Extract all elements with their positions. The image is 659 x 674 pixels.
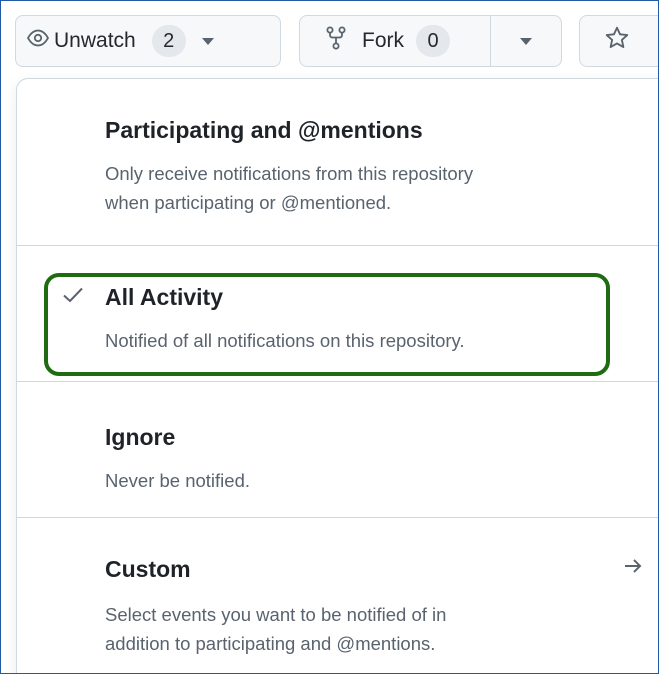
check-icon (62, 286, 84, 309)
menu-item-all-activity[interactable]: All Activity Notified of all notificatio… (17, 246, 658, 382)
menu-item-custom[interactable]: Custom Select events you want to be noti… (17, 518, 658, 673)
menu-item-ignore[interactable]: Ignore Never be notified. (17, 382, 658, 518)
repo-actions-bar: Unwatch 2 Fork 0 (1, 1, 658, 77)
menu-item-description: Notified of all notifications on this re… (105, 330, 465, 351)
star-icon (604, 25, 630, 57)
chevron-down-icon (520, 37, 532, 45)
watch-count-badge: 2 (151, 25, 186, 57)
eye-icon (26, 26, 50, 56)
arrow-right-icon (623, 556, 643, 581)
menu-item-title: Participating and @mentions (105, 117, 423, 143)
notification-settings-menu: Participating and @mentions Only receive… (16, 78, 658, 673)
repo-forked-icon (324, 25, 348, 57)
star-button[interactable] (579, 15, 658, 67)
menu-item-title: Custom (105, 556, 191, 582)
menu-item-participating[interactable]: Participating and @mentions Only receive… (17, 79, 658, 245)
menu-item-title: All Activity (105, 284, 224, 310)
chevron-down-icon (201, 37, 214, 45)
unwatch-button[interactable]: Unwatch 2 (15, 15, 281, 67)
fork-label: Fork (362, 29, 404, 52)
repo-watch-dropdown-screenshot: Unwatch 2 Fork 0 Participating and @ment… (0, 0, 659, 674)
menu-item-description: Select events you want to be notified of… (105, 604, 447, 654)
fork-button[interactable]: Fork 0 (299, 15, 491, 67)
fork-count-badge: 0 (416, 25, 450, 57)
menu-item-title: Ignore (105, 424, 176, 450)
fork-dropdown-button[interactable] (490, 15, 562, 67)
unwatch-label: Unwatch (54, 29, 136, 52)
menu-item-description: Only receive notifications from this rep… (105, 163, 474, 213)
menu-item-description: Never be notified. (105, 470, 251, 491)
